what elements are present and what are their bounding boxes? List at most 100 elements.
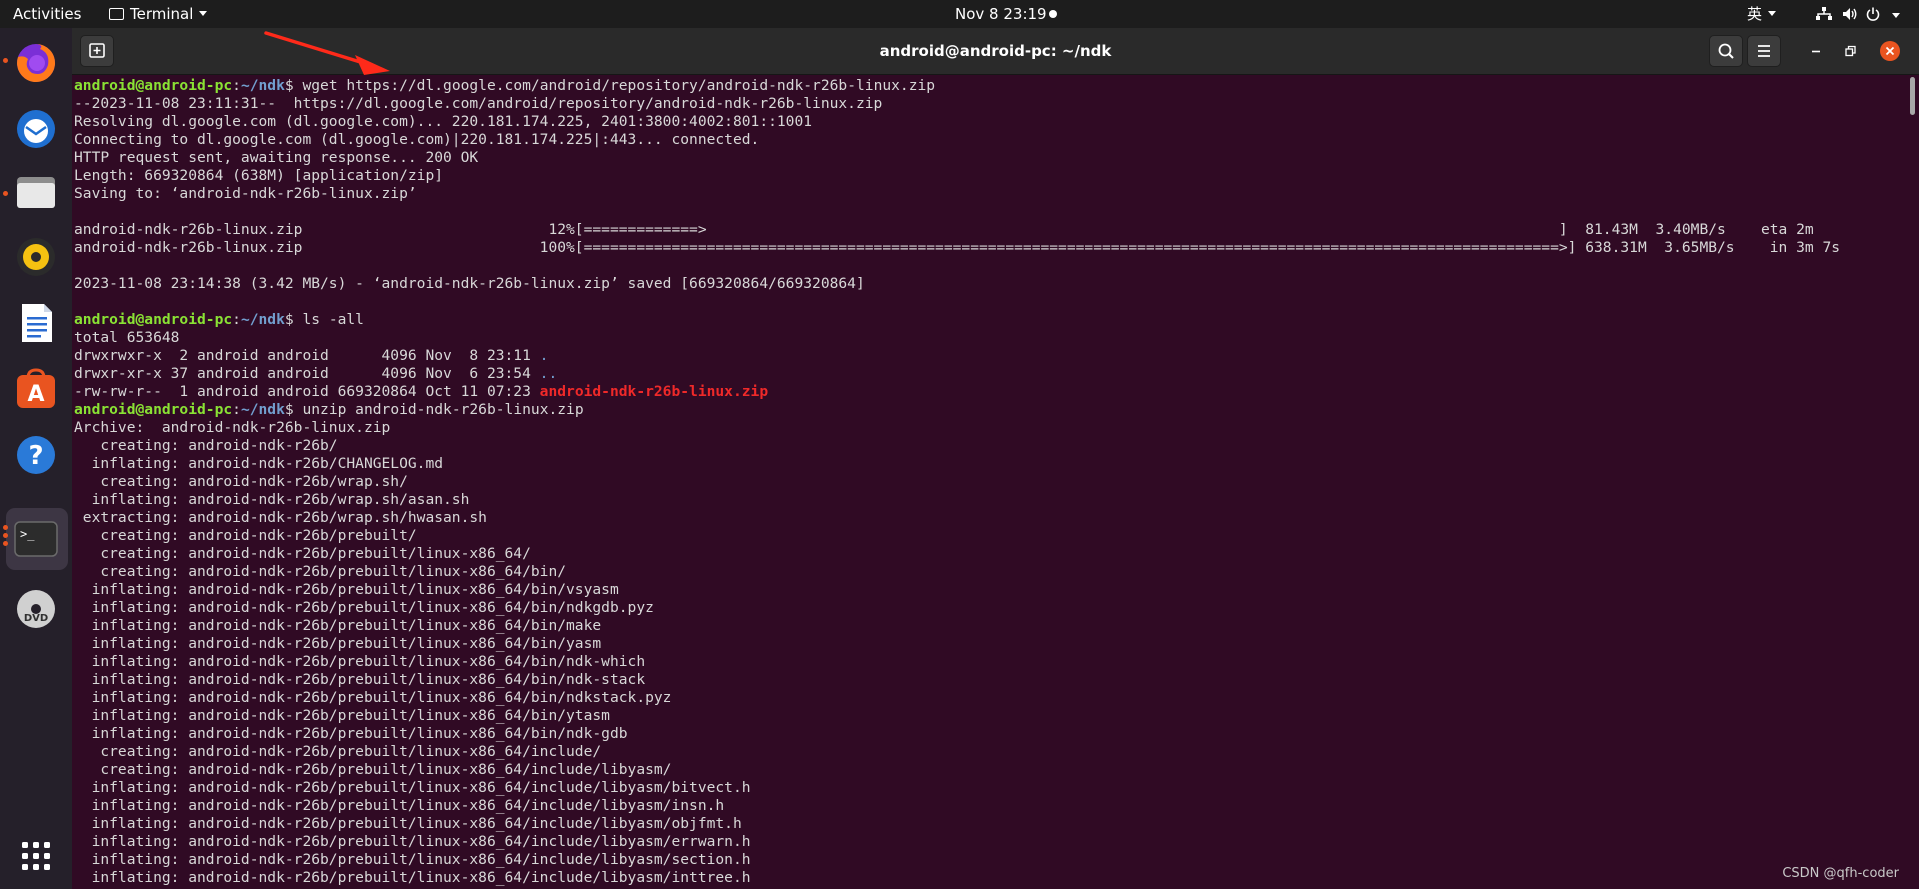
terminal-line: inflating: android-ndk-r26b/prebuilt/lin…: [74, 851, 1840, 869]
dvd-icon: DVD: [17, 590, 55, 628]
svg-text:?: ?: [28, 441, 43, 471]
terminal-text-segment: drwxr-xr-x 37 android android 4096 Nov 6…: [74, 365, 540, 382]
terminal-text-segment: :: [232, 311, 241, 328]
dock-item-firefox[interactable]: [8, 35, 64, 91]
dock: A ? >_ DVD: [0, 28, 72, 889]
minimize-button[interactable]: [1806, 41, 1826, 61]
power-icon: [1866, 7, 1880, 21]
terminal-line: inflating: android-ndk-r26b/wrap.sh/asan…: [74, 491, 1840, 509]
dock-item-help[interactable]: ?: [8, 427, 64, 483]
hamburger-menu-icon: [1758, 45, 1770, 57]
scrollbar[interactable]: [1910, 77, 1915, 115]
terminal-text-segment: creating: android-ndk-r26b/: [74, 437, 338, 454]
terminal-line: creating: android-ndk-r26b/prebuilt/: [74, 527, 1840, 545]
terminal-line: inflating: android-ndk-r26b/prebuilt/lin…: [74, 671, 1840, 689]
terminal-line: android@android-pc:~/ndk$ ls -all: [74, 311, 1840, 329]
terminal-line: android-ndk-r26b-linux.zip 12%[=========…: [74, 221, 1840, 239]
close-button[interactable]: [1880, 41, 1900, 61]
terminal-line: inflating: android-ndk-r26b/prebuilt/lin…: [74, 581, 1840, 599]
new-tab-button[interactable]: [80, 35, 114, 67]
terminal-text-segment: inflating: android-ndk-r26b/prebuilt/lin…: [74, 689, 672, 706]
dock-item-libreoffice-writer[interactable]: [8, 295, 64, 351]
watermark: CSDN @qfh-coder: [1782, 866, 1899, 881]
terminal-text-segment: inflating: android-ndk-r26b/prebuilt/lin…: [74, 653, 646, 670]
terminal-line: android@android-pc:~/ndk$ unzip android-…: [74, 401, 1840, 419]
chevron-down-icon: [199, 11, 208, 16]
dock-item-files[interactable]: [8, 163, 64, 219]
terminal-line: Saving to: ‘android-ndk-r26b-linux.zip’: [74, 185, 1840, 203]
terminal-text-segment: drwxrwxr-x 2 android android 4096 Nov 8 …: [74, 347, 540, 364]
activities-button[interactable]: Activities: [13, 0, 81, 28]
terminal-line: inflating: android-ndk-r26b/prebuilt/lin…: [74, 653, 1840, 671]
terminal-text-segment: :: [232, 401, 241, 418]
terminal-window: android@android-pc: ~/ndk android@androi…: [72, 28, 1919, 889]
terminal-output[interactable]: android@android-pc:~/ndk$ wget https://d…: [72, 75, 1919, 889]
terminal-text-segment: inflating: android-ndk-r26b/CHANGELOG.md: [74, 455, 444, 472]
terminal-icon: >_: [14, 521, 58, 557]
terminal-text-segment: inflating: android-ndk-r26b/wrap.sh/asan…: [74, 491, 470, 508]
restore-icon: [1845, 45, 1856, 57]
terminal-line: creating: android-ndk-r26b/prebuilt/linu…: [74, 545, 1840, 563]
dock-item-dvd[interactable]: DVD: [8, 581, 64, 637]
terminal-text-segment: Archive: android-ndk-r26b-linux.zip: [74, 419, 391, 436]
terminal-text-segment: inflating: android-ndk-r26b/prebuilt/lin…: [74, 617, 602, 634]
terminal-line: inflating: android-ndk-r26b/prebuilt/lin…: [74, 725, 1840, 743]
terminal-line: Archive: android-ndk-r26b-linux.zip: [74, 419, 1840, 437]
terminal-line: -rw-rw-r-- 1 android android 669320864 O…: [74, 383, 1840, 401]
annotation-arrow: [264, 31, 390, 75]
terminal-line: android-ndk-r26b-linux.zip 100%[========…: [74, 239, 1840, 257]
libreoffice-writer-icon: [22, 304, 52, 342]
svg-text:DVD: DVD: [24, 613, 48, 624]
clock[interactable]: Nov 8 23:19: [955, 0, 1051, 28]
show-applications-icon: [22, 842, 50, 870]
terminal-line: Resolving dl.google.com (dl.google.com).…: [74, 113, 1840, 131]
search-icon: [1718, 43, 1734, 59]
terminal-text-segment: Length: 669320864 (638M) [application/zi…: [74, 167, 444, 184]
new-tab-icon: [89, 43, 105, 58]
terminal-text-segment: -rw-rw-r-- 1 android android 669320864 O…: [74, 383, 540, 400]
files-icon: [17, 177, 55, 208]
terminal-line: creating: android-ndk-r26b/prebuilt/linu…: [74, 743, 1840, 761]
prompt-user-host: android@android-pc: [74, 311, 233, 328]
app-menu-terminal[interactable]: Terminal: [109, 0, 208, 28]
terminal-text: android@android-pc:~/ndk$ wget https://d…: [74, 77, 1840, 887]
dock-item-terminal[interactable]: >_: [8, 511, 64, 567]
system-menu[interactable]: [1812, 0, 1912, 28]
search-button[interactable]: [1709, 35, 1743, 67]
terminal-text-segment: creating: android-ndk-r26b/prebuilt/: [74, 527, 417, 544]
menu-button[interactable]: [1747, 35, 1781, 67]
dock-item-thunderbird[interactable]: [8, 101, 64, 157]
dock-item-rhythmbox[interactable]: [8, 229, 64, 285]
terminal-line: inflating: android-ndk-r26b/prebuilt/lin…: [74, 617, 1840, 635]
terminal-line: inflating: android-ndk-r26b/prebuilt/lin…: [74, 599, 1840, 617]
terminal-line: inflating: android-ndk-r26b/prebuilt/lin…: [74, 833, 1840, 851]
terminal-text-segment: android-ndk-r26b-linux.zip: [539, 383, 769, 400]
terminal-text-segment: creating: android-ndk-r26b/prebuilt/linu…: [74, 563, 567, 580]
maximize-button[interactable]: [1840, 41, 1860, 61]
terminal-line: inflating: android-ndk-r26b/prebuilt/lin…: [74, 689, 1840, 707]
terminal-text-segment: Saving to: ‘android-ndk-r26b-linux.zip’: [74, 185, 417, 202]
terminal-text-segment: inflating: android-ndk-r26b/prebuilt/lin…: [74, 797, 725, 814]
terminal-line: inflating: android-ndk-r26b/prebuilt/lin…: [74, 779, 1840, 797]
top-bar: Activities Terminal Nov 8 23:19 英: [0, 0, 1919, 28]
terminal-text-segment: inflating: android-ndk-r26b/prebuilt/lin…: [74, 725, 628, 742]
terminal-text-segment: inflating: android-ndk-r26b/prebuilt/lin…: [74, 869, 751, 886]
terminal-text-segment: total 653648: [74, 329, 180, 346]
dock-item-show-applications[interactable]: [8, 828, 64, 884]
volume-icon: [1843, 8, 1857, 20]
prompt-user-host: android@android-pc: [74, 401, 233, 418]
terminal-text-segment: :: [232, 77, 241, 94]
ubuntu-software-icon: A: [17, 368, 55, 408]
svg-text:A: A: [27, 382, 44, 407]
terminal-line: Connecting to dl.google.com (dl.google.c…: [74, 131, 1840, 149]
dock-item-ubuntu-software[interactable]: A: [8, 361, 64, 417]
terminal-line: 2023-11-08 23:14:38 (3.42 MB/s) - ‘andro…: [74, 275, 1840, 293]
terminal-text-segment: inflating: android-ndk-r26b/prebuilt/lin…: [74, 707, 610, 724]
input-method-menu[interactable]: 英: [1747, 0, 1777, 28]
input-method-label: 英: [1747, 5, 1763, 23]
terminal-text-segment: creating: android-ndk-r26b/prebuilt/linu…: [74, 545, 531, 562]
prompt-path: ~/ndk: [240, 401, 285, 418]
